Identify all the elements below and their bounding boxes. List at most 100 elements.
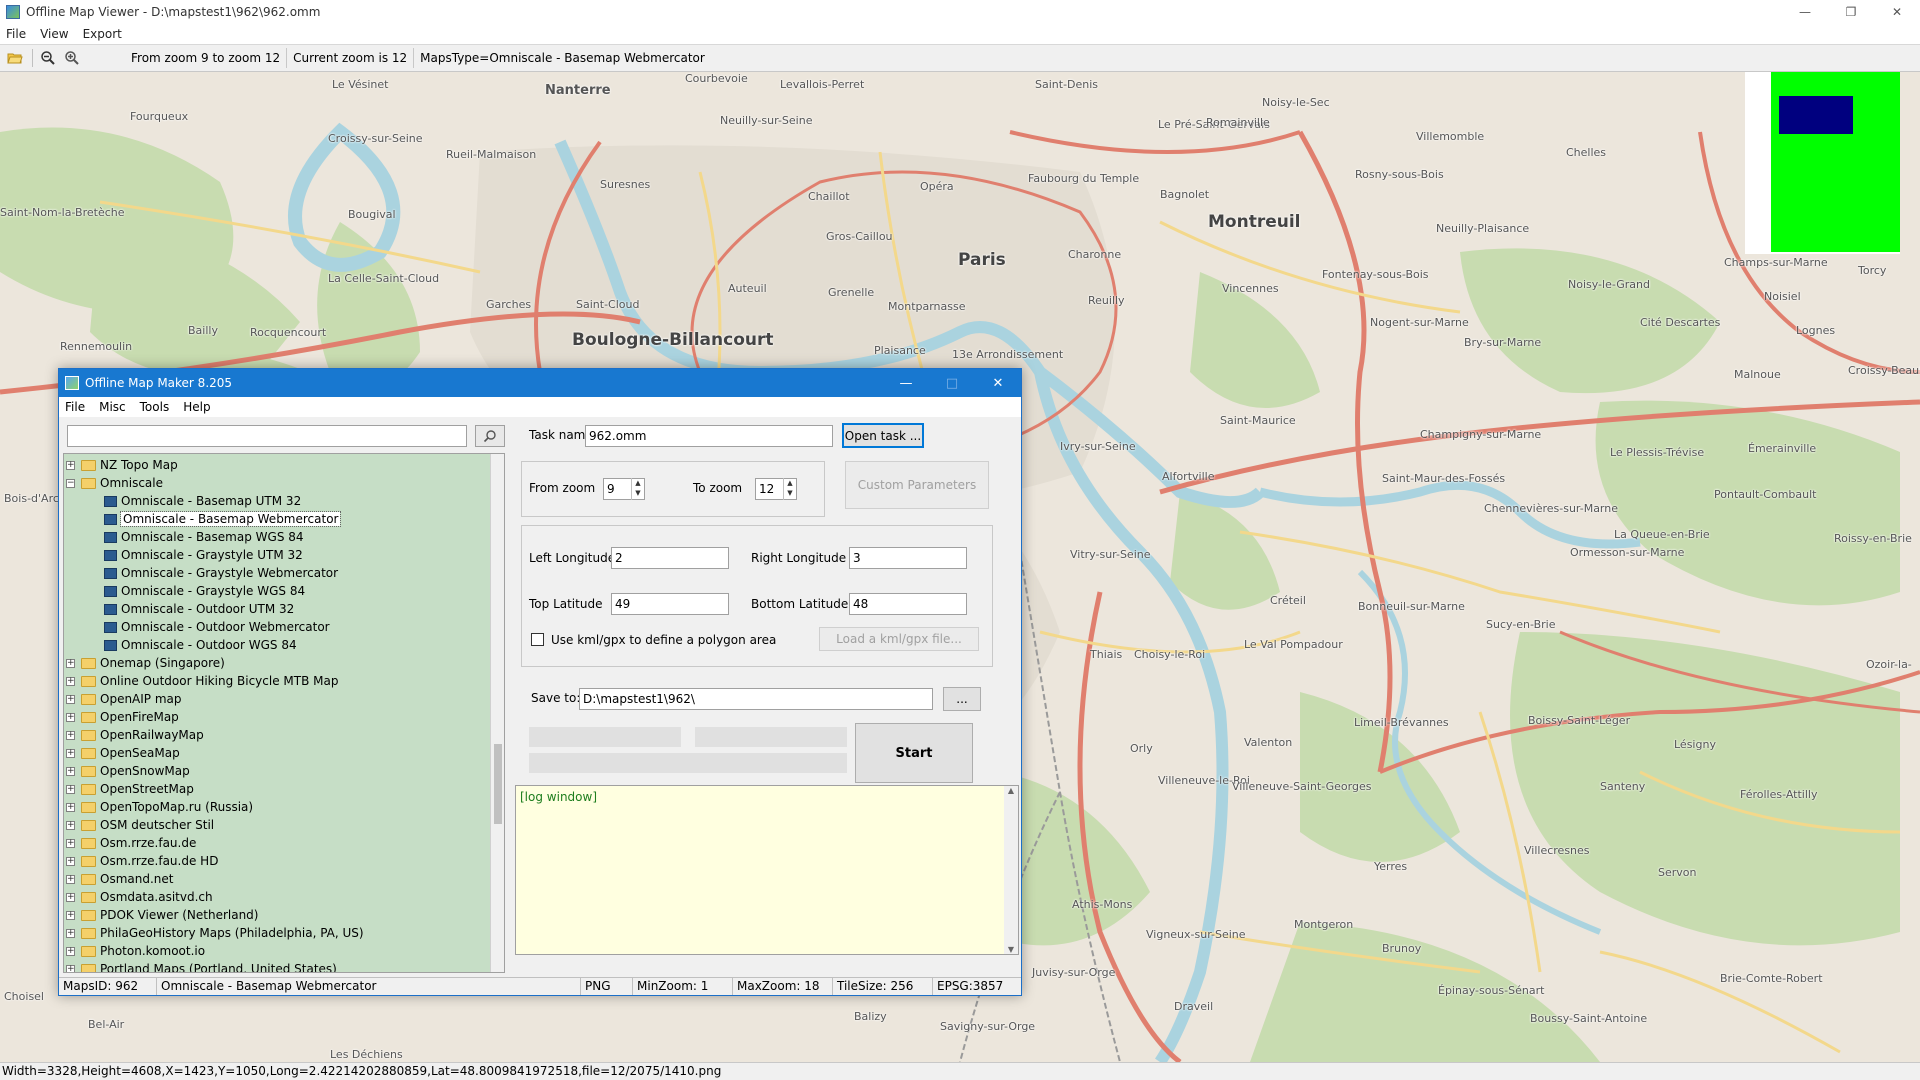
tree-map-item[interactable]: Omniscale - Basemap Webmercator <box>104 510 342 528</box>
expand-icon[interactable]: + <box>66 892 75 902</box>
tree-search-input[interactable] <box>67 425 467 447</box>
log-scrollbar[interactable]: ▲ ▼ <box>1004 786 1018 954</box>
from-zoom-spinner[interactable]: ▲ ▼ <box>631 478 644 500</box>
overview-viewport[interactable] <box>1779 96 1853 134</box>
tree-folder-item[interactable]: + Osmand.net <box>66 870 173 888</box>
expand-icon[interactable]: + <box>66 712 75 722</box>
tree-map-item[interactable]: Omniscale - Graystyle Webmercator <box>104 564 338 582</box>
map-label: Rueil-Malmaison <box>446 148 537 161</box>
zoom-out-icon[interactable] <box>37 47 59 69</box>
tree-folder-item[interactable]: + OpenSeaMap <box>66 744 180 762</box>
tree-folder-item[interactable]: + OpenStreetMap <box>66 780 194 798</box>
collapse-icon[interactable]: − <box>66 478 75 488</box>
tree-map-item[interactable]: Omniscale - Graystyle WGS 84 <box>104 582 305 600</box>
tree-scroll-thumb[interactable] <box>494 744 502 824</box>
expand-icon[interactable]: + <box>66 820 75 830</box>
map-label: Le Plessis-Trévise <box>1610 446 1705 459</box>
expand-icon[interactable]: + <box>66 658 75 668</box>
tree-map-item[interactable]: Omniscale - Outdoor WGS 84 <box>104 636 297 654</box>
expand-icon[interactable]: + <box>66 460 75 470</box>
tree-folder-item[interactable]: + Portland Maps (Portland, United States) <box>66 960 337 973</box>
expand-icon[interactable]: + <box>66 694 75 704</box>
expand-icon[interactable]: + <box>66 838 75 848</box>
dialog-titlebar[interactable]: Offline Map Maker 8.205 — □ ✕ <box>59 369 1021 397</box>
tree-scrollbar[interactable] <box>490 454 504 972</box>
expand-icon[interactable]: + <box>66 676 75 686</box>
expand-icon[interactable]: + <box>66 910 75 920</box>
dialog-menu-tools[interactable]: Tools <box>140 400 170 414</box>
save-to-input[interactable]: D:\mapstest1\962\ <box>579 688 933 710</box>
tree-folder-item[interactable]: + Osm.rrze.fau.de <box>66 834 196 852</box>
tree-item-label: Online Outdoor Hiking Bicycle MTB Map <box>100 674 339 688</box>
dialog-minimize-button[interactable]: — <box>883 369 929 397</box>
folder-open-icon[interactable] <box>4 47 26 69</box>
browse-button[interactable]: ... <box>943 687 981 711</box>
task-name-input[interactable]: 962.omm <box>585 425 833 447</box>
left-longitude-input[interactable]: 2 <box>611 547 729 569</box>
use-kml-checkbox[interactable] <box>531 633 544 646</box>
tree-map-item[interactable]: Omniscale - Outdoor UTM 32 <box>104 600 294 618</box>
tree-folder-item[interactable]: + OpenTopoMap.ru (Russia) <box>66 798 253 816</box>
tree-folder-item[interactable]: + PDOK Viewer (Netherland) <box>66 906 258 924</box>
expand-icon[interactable]: + <box>66 784 75 794</box>
tree-folder-item[interactable]: + OpenAIP map <box>66 690 182 708</box>
minimize-button[interactable]: — <box>1782 0 1828 24</box>
tree-folder-item[interactable]: + OSM deutscher Stil <box>66 816 214 834</box>
tree-folder-item[interactable]: + Osmdata.asitvd.ch <box>66 888 213 906</box>
scroll-down-arrow-icon[interactable]: ▼ <box>1004 945 1018 954</box>
start-button[interactable]: Start <box>855 723 973 783</box>
zoom-in-icon[interactable] <box>61 47 83 69</box>
bottom-latitude-input[interactable]: 48 <box>849 593 967 615</box>
expand-icon[interactable]: + <box>66 856 75 866</box>
task-settings-pane: Task name 962.omm Open task ... From zoo… <box>515 417 1019 972</box>
to-zoom-spinner[interactable]: ▲ ▼ <box>783 478 796 500</box>
expand-icon[interactable]: + <box>66 964 75 972</box>
search-icon[interactable] <box>475 425 505 447</box>
menu-view[interactable]: View <box>40 27 68 41</box>
dialog-menubar: File Misc Tools Help <box>59 397 1021 417</box>
menu-file[interactable]: File <box>6 27 26 41</box>
open-task-button[interactable]: Open task ... <box>842 423 924 448</box>
tree-folder-item[interactable]: + OpenFireMap <box>66 708 179 726</box>
expand-icon[interactable]: + <box>66 730 75 740</box>
dialog-menu-file[interactable]: File <box>65 400 85 414</box>
custom-parameters-button[interactable]: Custom Parameters <box>845 461 989 509</box>
tree-map-item[interactable]: Omniscale - Basemap WGS 84 <box>104 528 304 546</box>
dialog-maximize-button[interactable]: □ <box>929 369 975 397</box>
tree-folder-item[interactable]: + OpenSnowMap <box>66 762 190 780</box>
tree-folder-item[interactable]: + Online Outdoor Hiking Bicycle MTB Map <box>66 672 338 690</box>
tree-map-item[interactable]: Omniscale - Outdoor Webmercator <box>104 618 330 636</box>
tree-item-label: OpenStreetMap <box>100 782 194 796</box>
tree-folder-item[interactable]: + NZ Topo Map <box>66 456 178 474</box>
tree-folder-item[interactable]: + PhilaGeoHistory Maps (Philadelphia, PA,… <box>66 924 364 942</box>
scroll-up-arrow-icon[interactable]: ▲ <box>1004 786 1018 795</box>
tree-map-item[interactable]: Omniscale - Graystyle UTM 32 <box>104 546 303 564</box>
overview-minimap[interactable] <box>1745 72 1900 254</box>
load-kml-button[interactable]: Load a kml/gpx file... <box>819 627 979 651</box>
map-label: Reuilly <box>1088 294 1125 307</box>
dialog-menu-help[interactable]: Help <box>183 400 210 414</box>
expand-icon[interactable]: + <box>66 874 75 884</box>
tree-map-item[interactable]: Omniscale - Basemap UTM 32 <box>104 492 301 510</box>
map-icon <box>104 585 117 597</box>
top-latitude-input[interactable]: 49 <box>611 593 729 615</box>
maps-tree[interactable]: + NZ Topo Map − Omniscale Omniscale - Basema… <box>63 453 505 973</box>
menu-export[interactable]: Export <box>83 27 122 41</box>
tree-folder-item[interactable]: − Omniscale <box>66 474 163 492</box>
log-window[interactable]: [log window] ▲ ▼ <box>515 785 1019 955</box>
close-button[interactable]: ✕ <box>1874 0 1920 24</box>
expand-icon[interactable]: + <box>66 802 75 812</box>
dialog-menu-misc[interactable]: Misc <box>99 400 126 414</box>
expand-icon[interactable]: + <box>66 766 75 776</box>
tree-folder-item[interactable]: + OpenRailwayMap <box>66 726 204 744</box>
dialog-close-button[interactable]: ✕ <box>975 369 1021 397</box>
right-longitude-input[interactable]: 3 <box>849 547 967 569</box>
expand-icon[interactable]: + <box>66 748 75 758</box>
tree-folder-item[interactable]: + Onemap (Singapore) <box>66 654 225 672</box>
expand-icon[interactable]: + <box>66 946 75 956</box>
tree-folder-item[interactable]: + Osm.rrze.fau.de HD <box>66 852 218 870</box>
restore-button[interactable]: ❐ <box>1828 0 1874 24</box>
tree-folder-item[interactable]: + Photon.komoot.io <box>66 942 205 960</box>
tree-item-label: Portland Maps (Portland, United States) <box>100 962 337 973</box>
expand-icon[interactable]: + <box>66 928 75 938</box>
